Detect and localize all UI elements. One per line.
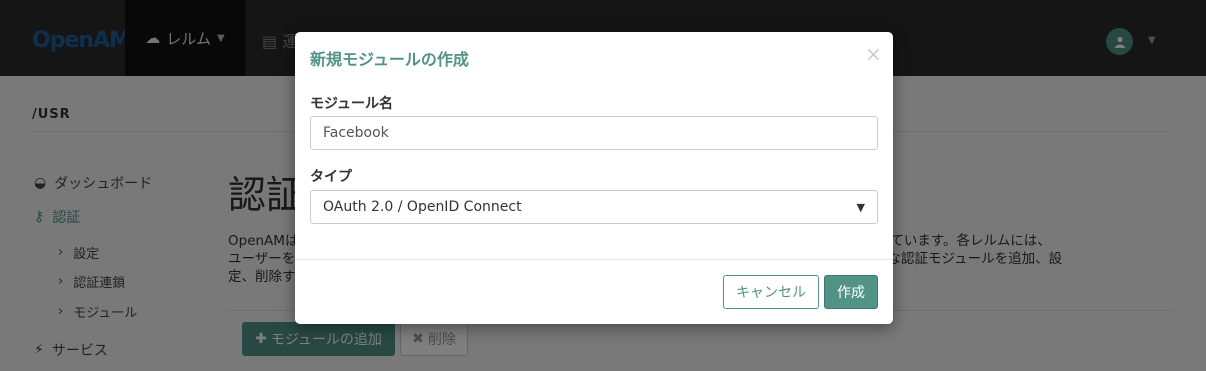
- dialog-divider: [295, 259, 893, 260]
- type-select-value: OAuth 2.0 / OpenID Connect: [323, 199, 522, 215]
- module-name-label: モジュール名: [310, 96, 394, 112]
- new-module-dialog: 新規モジュールの作成 × モジュール名 タイプ OAuth 2.0 / Open…: [295, 32, 893, 324]
- cancel-button[interactable]: キャンセル: [723, 275, 819, 309]
- dialog-title: 新規モジュールの作成: [310, 50, 469, 69]
- caret-down-icon: ▼: [856, 200, 865, 214]
- module-name-input[interactable]: [310, 116, 878, 150]
- close-icon[interactable]: ×: [865, 44, 882, 64]
- type-label: タイプ: [310, 169, 352, 185]
- type-select[interactable]: OAuth 2.0 / OpenID Connect ▼: [310, 190, 878, 224]
- create-button[interactable]: 作成: [824, 275, 878, 309]
